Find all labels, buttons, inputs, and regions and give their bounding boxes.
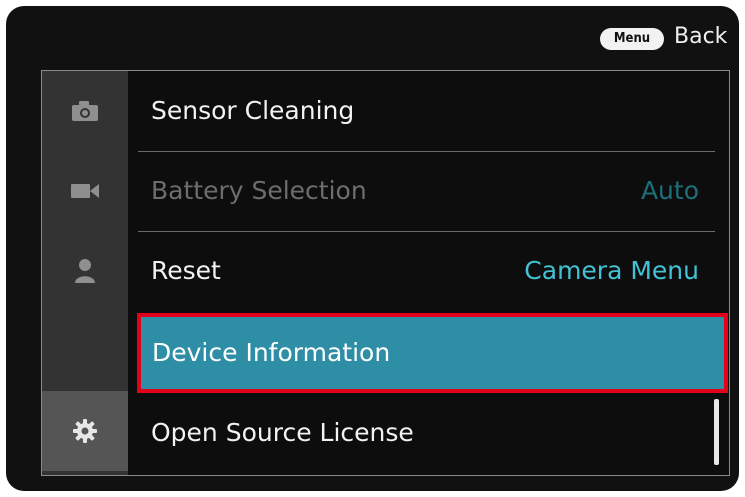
- menu-item-label: Battery Selection: [151, 176, 367, 205]
- tab-video[interactable]: [42, 151, 128, 231]
- settings-panel: Sensor Cleaning Battery Selection Auto R…: [41, 70, 730, 476]
- menu-item-label: Reset: [151, 256, 221, 285]
- menu-item-battery-selection[interactable]: Battery Selection Auto: [138, 151, 729, 231]
- scrollbar[interactable]: [714, 399, 719, 465]
- camera-icon: [72, 101, 98, 121]
- gear-icon: [73, 419, 97, 443]
- menu-item-label: Sensor Cleaning: [151, 96, 355, 125]
- back-button[interactable]: Back: [674, 22, 727, 52]
- menu-item-open-source-license[interactable]: Open Source License: [138, 393, 729, 473]
- tab-settings[interactable]: [42, 391, 128, 471]
- menu-item-device-information[interactable]: Device Information: [137, 313, 728, 393]
- camera-menu-screen: Menu Back Sensor Cleaning Battery Select…: [6, 6, 739, 491]
- menu-item-reset[interactable]: Reset Camera Menu: [138, 231, 729, 311]
- person-icon: [75, 259, 95, 283]
- menu-item-value: Camera Menu: [524, 256, 699, 285]
- tab-user[interactable]: [42, 231, 128, 311]
- menu-item-sensor-cleaning[interactable]: Sensor Cleaning: [138, 71, 729, 151]
- menu-item-value: Auto: [640, 176, 699, 205]
- tab-camera[interactable]: [42, 71, 128, 151]
- menu-item-label: Open Source License: [151, 418, 414, 447]
- top-bar: Menu Back: [6, 6, 739, 70]
- menu-key-badge[interactable]: Menu: [600, 28, 664, 50]
- category-sidebar: [42, 71, 128, 475]
- video-camera-icon: [71, 184, 99, 198]
- menu-item-label: Device Information: [152, 338, 391, 367]
